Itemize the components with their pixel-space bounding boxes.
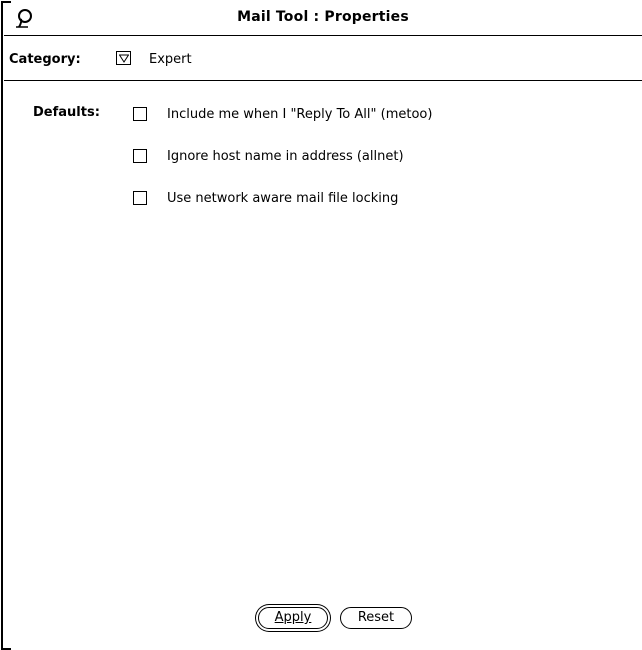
- window-frame: [1, 1, 3, 648]
- chevron-down-icon: [119, 54, 129, 63]
- properties-window: Mail Tool : Properties Category: Expert …: [0, 0, 642, 650]
- title-bar[interactable]: Mail Tool : Properties: [4, 4, 642, 32]
- allnet-checkbox[interactable]: [133, 149, 147, 163]
- category-value[interactable]: Expert: [149, 52, 192, 67]
- settings-panel: Defaults: Include me when I "Reply To Al…: [19, 92, 642, 632]
- category-divider: [4, 80, 642, 81]
- reset-button[interactable]: Reset: [340, 607, 412, 629]
- apply-button[interactable]: Apply: [258, 607, 328, 629]
- apply-button-label: Apply: [274, 610, 312, 625]
- category-label: Category:: [9, 52, 81, 67]
- metoo-checkbox[interactable]: [133, 107, 147, 121]
- category-menu-button[interactable]: [116, 51, 131, 65]
- option-label: Ignore host name in address (allnet): [167, 149, 404, 164]
- resize-corner-bottom-left[interactable]: [1, 640, 11, 650]
- title-divider: [4, 35, 642, 36]
- reset-button-label: Reset: [357, 610, 395, 625]
- option-label: Use network aware mail file locking: [167, 191, 399, 206]
- defaults-label: Defaults:: [33, 105, 100, 120]
- option-label: Include me when I "Reply To All" (metoo): [167, 107, 433, 122]
- window-title: Mail Tool : Properties: [237, 9, 409, 25]
- network-locking-checkbox[interactable]: [133, 191, 147, 205]
